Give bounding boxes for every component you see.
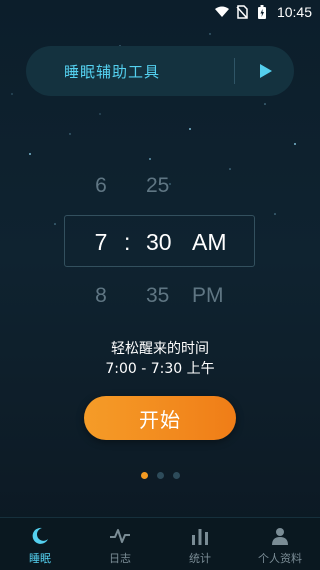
tab-label: 个人资料: [258, 552, 302, 565]
tab-profile[interactable]: 个人资料: [240, 518, 320, 570]
period-option[interactable]: PM: [192, 284, 224, 308]
banner-divider: [234, 58, 235, 84]
wake-window-range: 7:00 - 7:30 上午: [105, 361, 215, 377]
hour-option[interactable]: 8: [91, 284, 111, 308]
time-separator: :: [124, 229, 131, 255]
status-time: 10:45: [276, 4, 312, 20]
selected-minute[interactable]: 30: [146, 229, 172, 256]
bottom-tab-bar: 睡眠 日志 统计 个人资料: [0, 517, 320, 570]
pulse-icon: [109, 525, 131, 547]
play-icon[interactable]: [254, 59, 278, 83]
start-button[interactable]: 开始: [84, 396, 236, 440]
tab-log[interactable]: 日志: [80, 518, 160, 570]
status-bar: 10:45: [0, 0, 320, 24]
battery-icon: [255, 5, 269, 19]
page-dot[interactable]: [173, 472, 180, 479]
sleep-aid-banner[interactable]: 睡眠辅助工具: [26, 46, 294, 96]
page-dot[interactable]: [157, 472, 164, 479]
picker-row-selected[interactable]: 7 : 30 AM: [0, 229, 320, 261]
tab-label: 日志: [109, 552, 131, 565]
person-icon: [269, 525, 291, 547]
selected-hour[interactable]: 7: [91, 229, 111, 256]
page-dot[interactable]: [141, 472, 148, 479]
hour-option[interactable]: 6: [91, 174, 111, 198]
tab-label: 睡眠: [29, 552, 51, 565]
no-sim-icon: [235, 5, 249, 19]
wake-window-title: 轻松醒来的时间: [111, 341, 209, 357]
tab-sleep[interactable]: 睡眠: [0, 518, 80, 570]
wifi-icon: [214, 5, 229, 19]
minute-option[interactable]: 25: [146, 174, 169, 198]
moon-icon: [29, 525, 51, 547]
alarm-time-picker[interactable]: 6 25 7 : 30 AM 8 35 PM: [0, 170, 320, 320]
banner-title: 睡眠辅助工具: [64, 62, 161, 81]
picker-row-below[interactable]: 8 35 PM: [0, 284, 320, 316]
minute-option[interactable]: 35: [146, 284, 169, 308]
picker-row-above[interactable]: 6 25: [0, 174, 320, 206]
page-indicator: [141, 472, 180, 479]
selected-period[interactable]: AM: [192, 229, 227, 256]
tab-stats[interactable]: 统计: [160, 518, 240, 570]
bar-chart-icon: [189, 525, 211, 547]
tab-label: 统计: [189, 552, 211, 565]
